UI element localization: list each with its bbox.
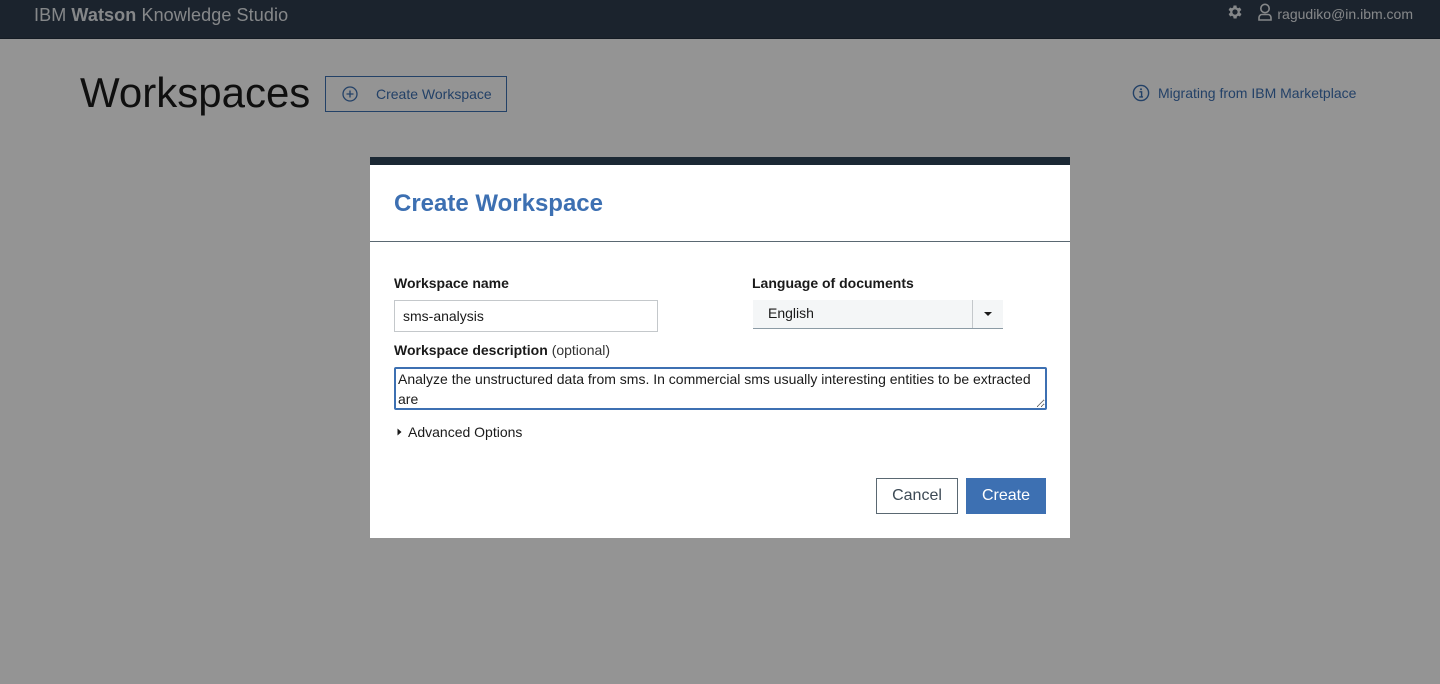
create-workspace-modal: Create Workspace Workspace name Language… xyxy=(370,157,1070,538)
modal-header: Create Workspace xyxy=(370,165,1070,242)
workspace-description-label: Workspace description (optional) xyxy=(394,342,610,358)
workspace-name-label: Workspace name xyxy=(394,275,509,291)
advanced-options-label: Advanced Options xyxy=(408,424,523,440)
language-selected-value: English xyxy=(768,305,814,321)
caret-right-icon xyxy=(397,428,402,436)
workspace-description-label-text: Workspace description xyxy=(394,342,548,358)
create-button[interactable]: Create xyxy=(966,478,1046,514)
optional-hint: (optional) xyxy=(551,342,611,358)
app: IBM Watson Knowledge Studio ragudiko@in.… xyxy=(0,0,1440,684)
language-dropdown-toggle[interactable] xyxy=(972,300,1003,328)
language-select[interactable]: English xyxy=(753,300,1003,329)
modal-title: Create Workspace xyxy=(394,190,603,217)
advanced-options-toggle[interactable]: Advanced Options xyxy=(397,424,522,440)
language-label: Language of documents xyxy=(752,275,914,291)
cancel-button[interactable]: Cancel xyxy=(876,478,958,514)
workspace-description-input[interactable]: Analyze the unstructured data from sms. … xyxy=(394,367,1047,410)
workspace-name-input[interactable] xyxy=(394,300,658,332)
caret-down-icon xyxy=(983,311,993,317)
